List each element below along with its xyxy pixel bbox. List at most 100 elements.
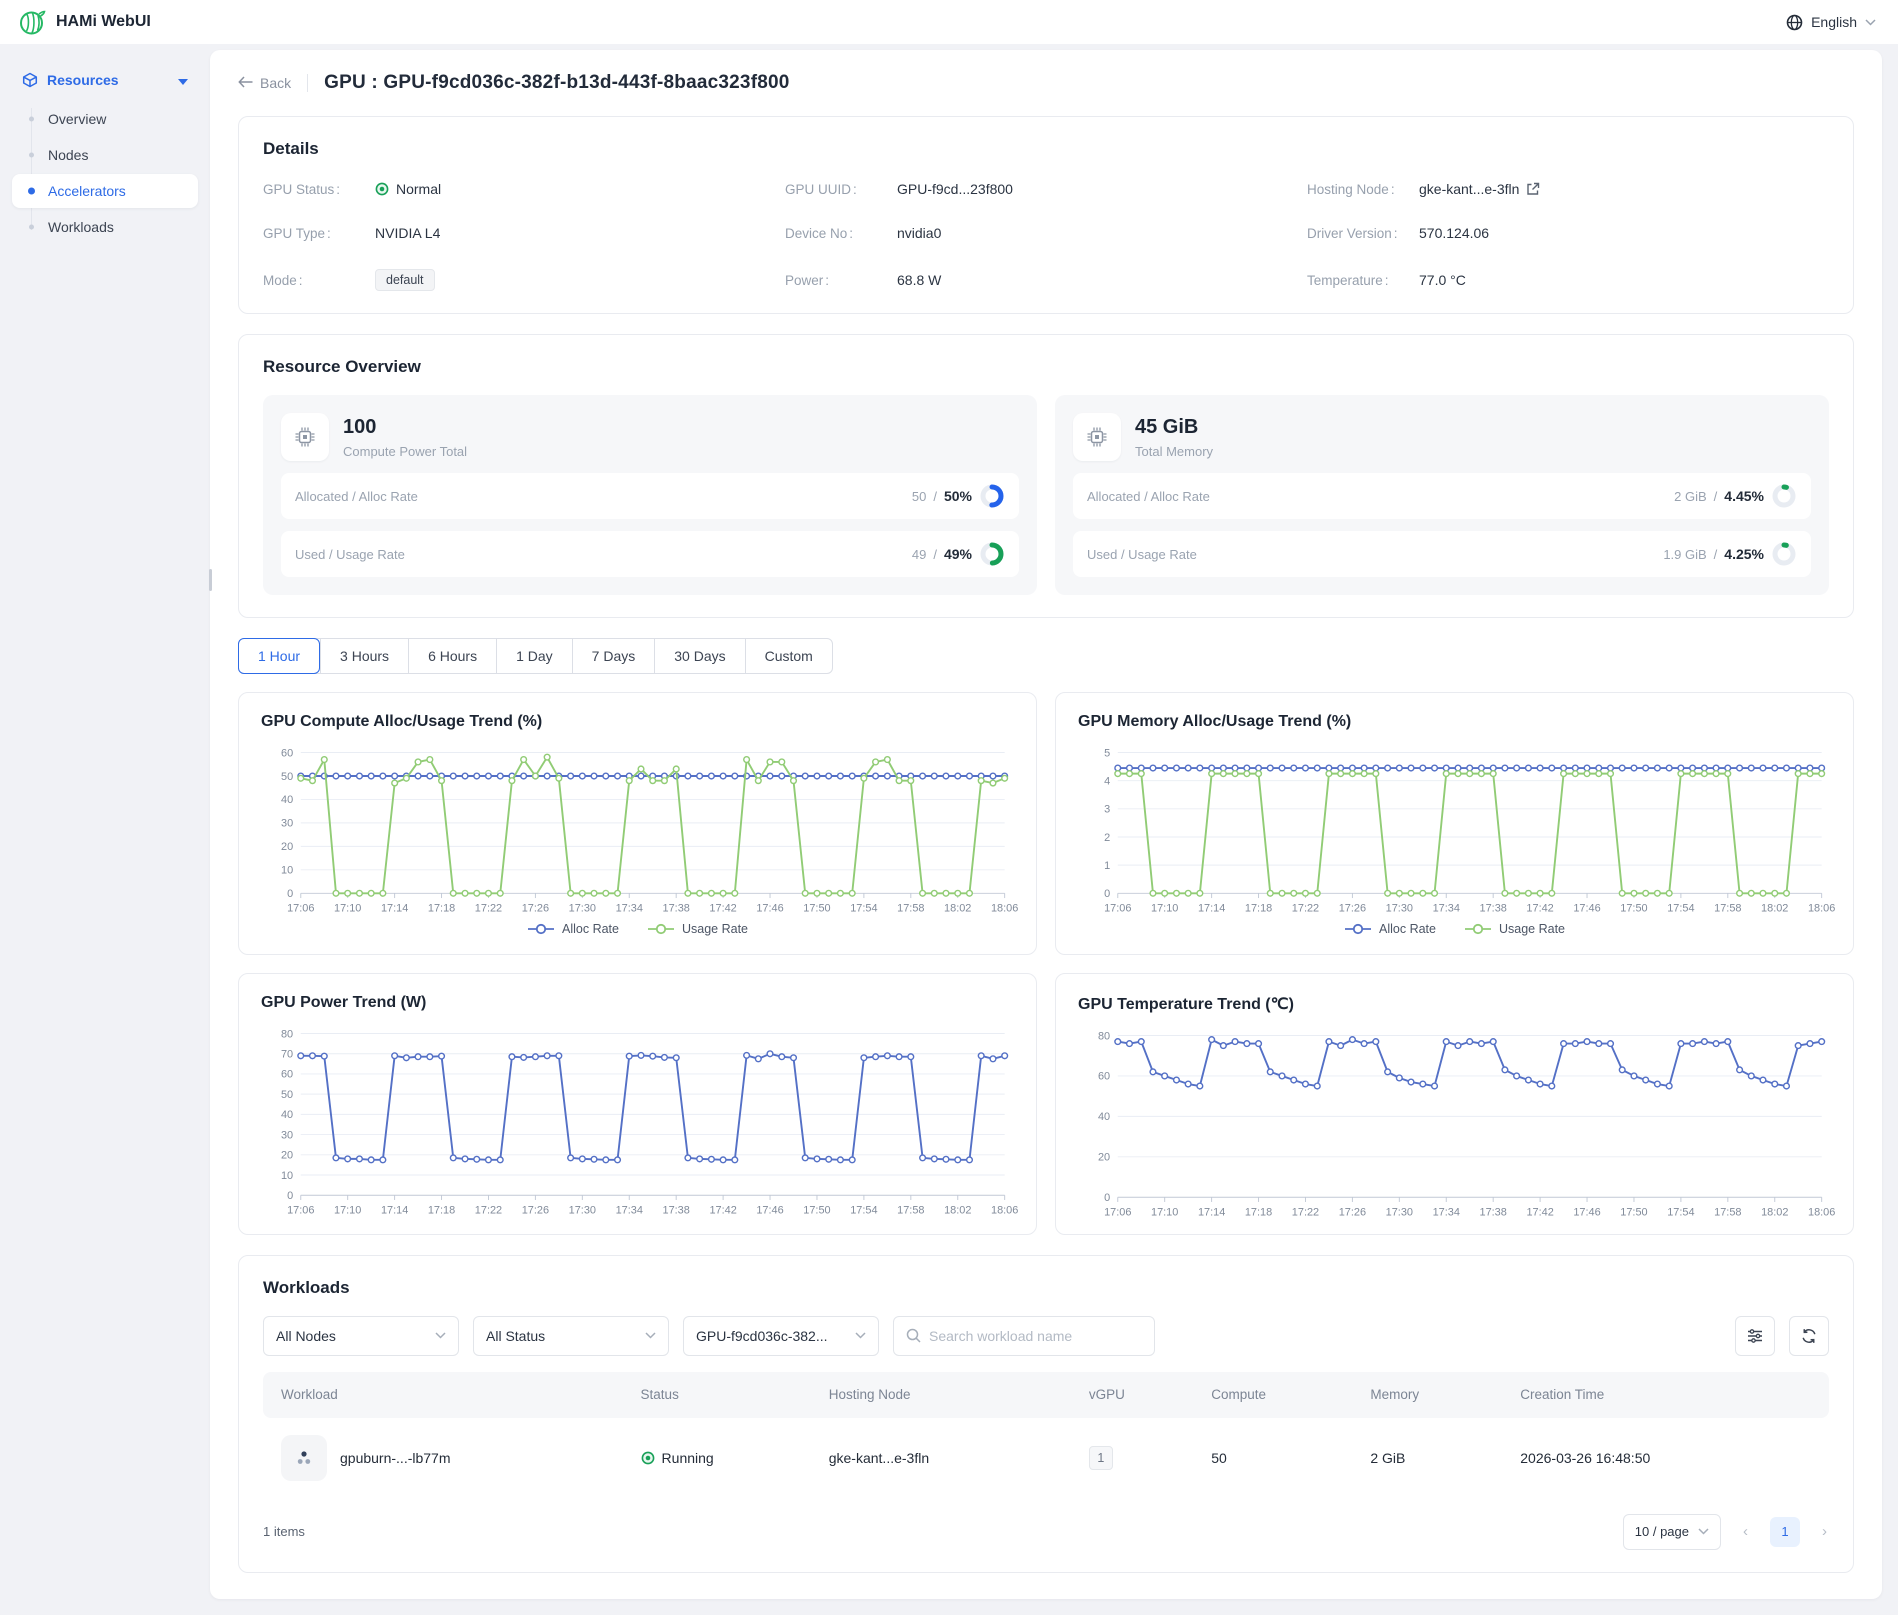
rate-value: 49 xyxy=(912,547,926,562)
total-memory-card: 45 GiB Total Memory Allocated / Alloc Ra… xyxy=(1055,395,1829,595)
col-memory: Memory xyxy=(1370,1387,1520,1402)
back-arrow-icon xyxy=(238,75,253,91)
page-title: GPU : GPU-f9cd036c-382f-b13d-443f-8baac3… xyxy=(324,72,789,94)
svg-text:17:26: 17:26 xyxy=(1339,902,1366,914)
top-bar: HAMi WebUI English xyxy=(0,0,1898,44)
sidebar-item-nodes[interactable]: Nodes xyxy=(12,138,198,172)
back-button[interactable]: Back xyxy=(238,75,291,91)
svg-text:17:50: 17:50 xyxy=(803,1204,830,1216)
field-gpu-status: GPU Status Normal xyxy=(263,181,785,197)
workloads-panel: Workloads All Nodes All Status GPU-f9cd0… xyxy=(238,1255,1854,1573)
external-link-icon[interactable] xyxy=(1526,182,1540,196)
temperature-trend-chart-card: GPU Temperature Trend (℃) 02040608017:06… xyxy=(1055,973,1854,1235)
sidebar-item-workloads[interactable]: Workloads xyxy=(12,210,198,244)
sidebar-item-accelerators[interactable]: Accelerators xyxy=(12,174,198,208)
prev-page-button[interactable]: ‹ xyxy=(1741,1523,1750,1540)
rate-label: Used / Usage Rate xyxy=(295,547,405,562)
svg-text:17:06: 17:06 xyxy=(1104,902,1131,914)
memory-total: 45 GiB xyxy=(1135,416,1213,439)
svg-text:17:14: 17:14 xyxy=(381,902,408,914)
tab-6-hours[interactable]: 6 Hours xyxy=(408,639,496,673)
col-hosting-node: Hosting Node xyxy=(829,1387,1089,1402)
legend-item[interactable]: Usage Rate xyxy=(647,922,748,936)
details-title: Details xyxy=(263,139,1829,159)
field-value: GPU-f9cd...23f800 xyxy=(897,181,1013,197)
svg-text:50: 50 xyxy=(281,771,293,783)
refresh-button[interactable] xyxy=(1789,1316,1829,1356)
svg-text:17:54: 17:54 xyxy=(850,1204,877,1216)
nodes-filter-select[interactable]: All Nodes xyxy=(263,1316,459,1356)
memory-alloc-row: Allocated / Alloc Rate 2 GiB / 4.45% xyxy=(1073,473,1811,519)
legend-item[interactable]: Usage Rate xyxy=(1464,922,1565,936)
svg-text:60: 60 xyxy=(281,1069,293,1081)
workload-search-input[interactable] xyxy=(929,1328,1142,1344)
legend-item[interactable]: Alloc Rate xyxy=(527,922,619,936)
tab-1-day[interactable]: 1 Day xyxy=(496,639,572,673)
svg-text:17:14: 17:14 xyxy=(1198,1206,1225,1218)
resources-cube-icon xyxy=(22,72,38,88)
rate-separator: / xyxy=(1714,547,1718,562)
sidebar-item-label: Accelerators xyxy=(48,183,126,199)
table-row[interactable]: gpuburn-...-lb77m Running gke-kant...e-3… xyxy=(263,1418,1829,1498)
svg-text:17:34: 17:34 xyxy=(1433,1206,1460,1218)
field-power: Power 68.8 W xyxy=(785,269,1307,291)
field-value: 570.124.06 xyxy=(1419,225,1489,241)
rate-label: Allocated / Alloc Rate xyxy=(295,489,418,504)
sidebar-resize-handle[interactable] xyxy=(209,569,212,591)
language-selector[interactable]: English xyxy=(1786,14,1876,31)
svg-text:17:38: 17:38 xyxy=(663,902,690,914)
workload-name[interactable]: gpuburn-...-lb77m xyxy=(340,1450,451,1466)
column-settings-button[interactable] xyxy=(1735,1316,1775,1356)
sidebar: Resources Overview Nodes Accelerators Wo… xyxy=(0,44,210,246)
svg-text:17:14: 17:14 xyxy=(1198,902,1225,914)
sidebar-item-overview[interactable]: Overview xyxy=(12,102,198,136)
status-filter-select[interactable]: All Status xyxy=(473,1316,669,1356)
workload-creation-time: 2026-03-26 16:48:50 xyxy=(1520,1450,1811,1466)
back-label: Back xyxy=(260,75,291,91)
col-vgpu: vGPU xyxy=(1089,1387,1211,1402)
field-device-no: Device No nvidia0 xyxy=(785,225,1307,241)
tab-30-days[interactable]: 30 Days xyxy=(654,639,744,673)
chevron-down-icon xyxy=(435,1332,446,1339)
page-size-select[interactable]: 10 / page xyxy=(1623,1514,1721,1550)
col-workload: Workload xyxy=(281,1387,641,1402)
col-status: Status xyxy=(641,1387,829,1402)
rate-label: Allocated / Alloc Rate xyxy=(1087,489,1210,504)
field-hosting-node: Hosting Node gke-kant...e-3fln xyxy=(1307,181,1829,197)
chevron-down-icon xyxy=(855,1332,866,1339)
field-gpu-uuid: GPU UUID GPU-f9cd...23f800 xyxy=(785,181,1307,197)
svg-text:18:02: 18:02 xyxy=(944,1204,971,1216)
svg-text:0: 0 xyxy=(1104,1192,1110,1204)
rate-label: Used / Usage Rate xyxy=(1087,547,1197,562)
field-value: nvidia0 xyxy=(897,225,941,241)
main-content: Back GPU : GPU-f9cd036c-382f-b13d-443f-8… xyxy=(210,50,1882,1599)
hami-logo-icon xyxy=(18,8,46,36)
field-mode: Mode default xyxy=(263,269,785,291)
gpu-filter-select[interactable]: GPU-f9cd036c-382... xyxy=(683,1316,879,1356)
next-page-button[interactable]: › xyxy=(1820,1523,1829,1540)
svg-text:17:38: 17:38 xyxy=(1480,902,1507,914)
field-label: GPU Type xyxy=(263,226,375,241)
svg-text:20: 20 xyxy=(1098,1152,1110,1164)
tab-1-hour[interactable]: 1 Hour xyxy=(238,638,320,674)
field-label: Hosting Node xyxy=(1307,182,1419,197)
usage-rate-donut xyxy=(1771,541,1797,567)
rate-separator: / xyxy=(933,489,937,504)
details-panel: Details GPU Status Normal GPU UUID GPU-f… xyxy=(238,116,1854,314)
sidebar-tree: Overview Nodes Accelerators Workloads xyxy=(12,102,198,244)
page-number[interactable]: 1 xyxy=(1770,1517,1800,1547)
tab-3-hours[interactable]: 3 Hours xyxy=(320,639,408,673)
field-value: 77.0 °C xyxy=(1419,272,1466,288)
time-range-tabs: 1 Hour 3 Hours 6 Hours 1 Day 7 Days 30 D… xyxy=(238,638,833,674)
sidebar-section-resources[interactable]: Resources xyxy=(12,64,198,96)
caret-down-icon xyxy=(178,72,188,88)
field-gpu-type: GPU Type NVIDIA L4 xyxy=(263,225,785,241)
svg-text:17:42: 17:42 xyxy=(1526,1206,1553,1218)
tab-custom[interactable]: Custom xyxy=(745,639,832,673)
tab-7-days[interactable]: 7 Days xyxy=(572,639,655,673)
field-label: GPU UUID xyxy=(785,182,897,197)
alloc-rate-donut xyxy=(1771,483,1797,509)
chart-title: GPU Temperature Trend (℃) xyxy=(1074,994,1835,1014)
legend-item[interactable]: Alloc Rate xyxy=(1344,922,1436,936)
svg-text:50: 50 xyxy=(281,1089,293,1101)
